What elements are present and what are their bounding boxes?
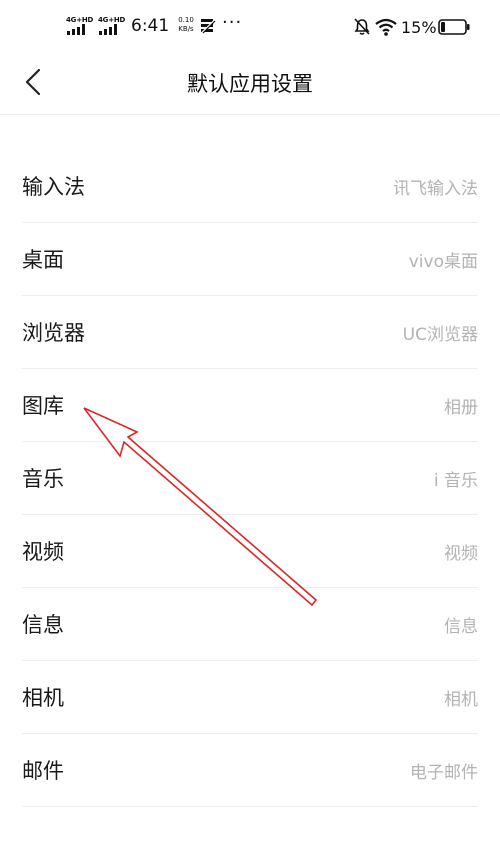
signal-icon-sim1: 4G+HD [66, 16, 94, 36]
app-header: 默认应用设置 [0, 56, 500, 110]
list-item-label: 输入法 [22, 175, 85, 199]
list-item-launcher[interactable]: 桌面 vivo桌面 [0, 223, 500, 296]
silent-mode-icon [354, 18, 370, 35]
list-item-label: 浏览器 [22, 321, 85, 345]
list-item-value: 相册 [444, 398, 478, 418]
list-item-email[interactable]: 邮件 电子邮件 [0, 734, 500, 807]
list-item-music[interactable]: 音乐 i 音乐 [0, 442, 500, 515]
list-item-browser[interactable]: 浏览器 UC浏览器 [0, 296, 500, 369]
list-item-value: vivo桌面 [408, 252, 478, 272]
list-item-label: 桌面 [22, 248, 64, 272]
list-item-label: 信息 [22, 613, 64, 637]
network-speed-unit: KB/s [178, 25, 194, 33]
default-apps-list: 输入法 讯飞输入法 桌面 vivo桌面 浏览器 UC浏览器 图库 相册 音乐 i… [0, 150, 500, 807]
list-item-label: 相机 [22, 686, 64, 710]
list-item-label: 音乐 [22, 467, 64, 491]
wifi-icon [375, 18, 397, 36]
row-divider [22, 806, 478, 807]
clock: 6:41 [131, 16, 170, 36]
network-speed: 0.10 KB/s [174, 16, 198, 34]
network-type-1: 4G+HD [66, 16, 94, 24]
list-item-value: 讯飞输入法 [393, 179, 478, 199]
list-item-video[interactable]: 视频 视频 [0, 515, 500, 588]
network-type-2: 4G+HD [98, 16, 126, 24]
list-item-gallery[interactable]: 图库 相册 [0, 369, 500, 442]
header-divider [0, 114, 500, 115]
battery-icon [438, 19, 470, 35]
data-saver-icon [201, 19, 216, 34]
list-item-label: 图库 [22, 394, 64, 418]
network-speed-value: 0.10 [178, 16, 194, 24]
list-item-value: 信息 [444, 617, 478, 637]
list-item-value: 电子邮件 [410, 763, 478, 783]
list-item-messages[interactable]: 信息 信息 [0, 588, 500, 661]
page-title: 默认应用设置 [187, 72, 313, 96]
list-item-camera[interactable]: 相机 相机 [0, 661, 500, 734]
list-item-value: 相机 [444, 690, 478, 710]
signal-icon-sim2: 4G+HD [98, 16, 126, 36]
list-item-value: UC浏览器 [402, 325, 478, 345]
battery-percentage: 15% [401, 18, 437, 37]
list-item-input-method[interactable]: 输入法 讯飞输入法 [0, 150, 500, 223]
list-item-label: 邮件 [22, 759, 64, 783]
list-item-value: 视频 [444, 544, 478, 564]
list-item-value: i 音乐 [433, 471, 478, 491]
list-item-label: 视频 [22, 540, 64, 564]
more-notifications-icon: ··· [222, 12, 243, 33]
status-bar: 4G+HD 4G+HD 6:41 0.10 KB/s ··· 15% [0, 0, 500, 56]
